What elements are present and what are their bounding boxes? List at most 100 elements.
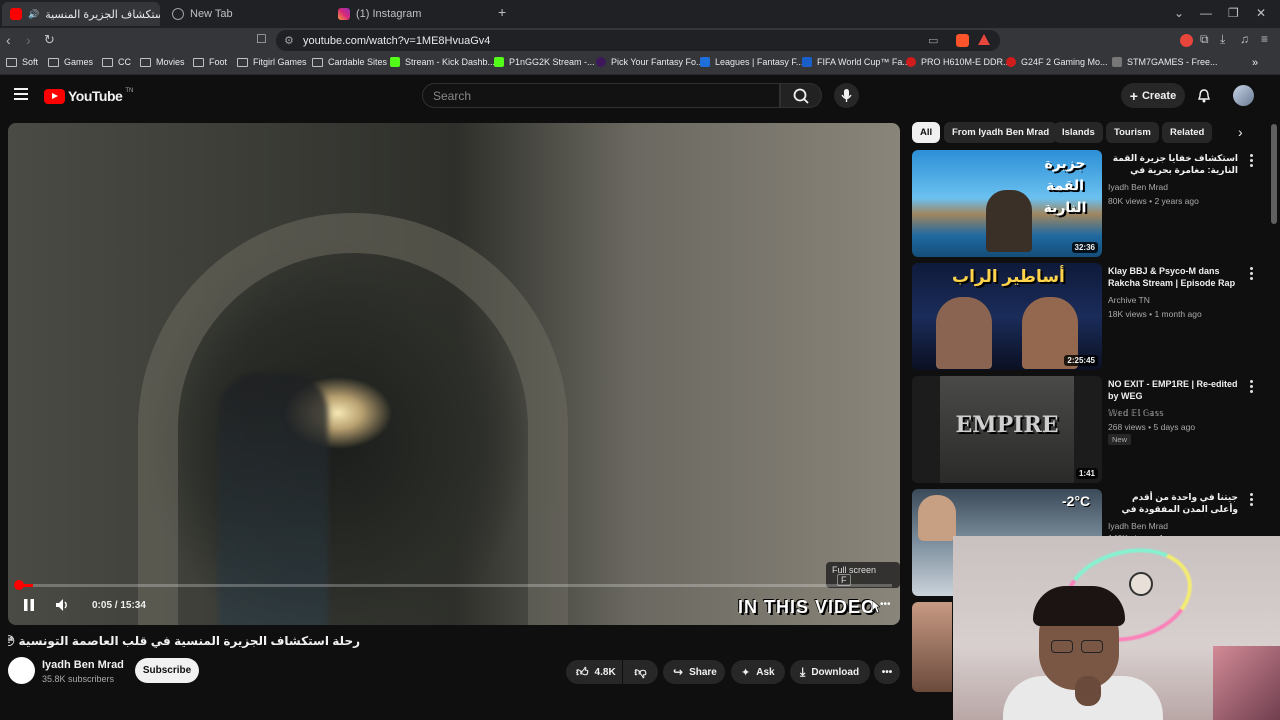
address-bar[interactable]: ⚙ youtube.com/watch?v=1ME8HvuaGv4 ▭	[276, 30, 1000, 51]
tab-new-tab[interactable]: New Tab	[164, 2, 324, 26]
download-toolbar-icon[interactable]: ⤓	[1220, 32, 1225, 47]
site-info-icon[interactable]: ⚙	[284, 34, 294, 47]
recommendation-channel[interactable]: Iyadh Ben Mrad	[1108, 521, 1168, 531]
more-vertical-icon[interactable]	[1250, 267, 1253, 282]
youtube-play-icon	[44, 88, 65, 104]
list-item[interactable]: أساطير الراب 2:25:45 Klay BBJ & Psyco-M …	[912, 263, 1264, 371]
video-player[interactable]: Full screen F 0:05 / 15:34 IN THIS VIDEO…	[8, 123, 900, 625]
bookmark-label: Foot	[209, 57, 228, 67]
more-vertical-icon[interactable]	[1250, 493, 1253, 508]
list-item[interactable]: جزيرة القمة النارية 32:36 استكشاف خفايا …	[912, 150, 1264, 258]
bookmark-cardable[interactable]: Cardable Sites	[312, 57, 387, 67]
tab-search-icon[interactable]: ⌄	[1174, 6, 1184, 20]
voice-search-button[interactable]	[834, 83, 859, 108]
bookmark-games[interactable]: Games	[48, 57, 93, 67]
bookmark-icon[interactable]: ☐	[256, 32, 267, 46]
thumbs-down-icon: 👎︎	[634, 664, 647, 679]
like-count: 4.8K	[594, 666, 616, 678]
more-bookmarks-icon[interactable]: »	[1252, 57, 1258, 69]
reload-icon[interactable]: ↻	[44, 32, 55, 48]
bookmark-leagues[interactable]: Leagues | Fantasy F...	[700, 57, 803, 67]
progress-bar[interactable]	[20, 584, 892, 587]
channel-name[interactable]: Iyadh Ben Mrad	[42, 659, 124, 671]
bookmark-fifa[interactable]: FIFA World Cup™ Fa...	[802, 57, 910, 67]
page-scrollbar[interactable]	[1271, 124, 1277, 224]
bookmarks-bar: Soft Games CC Movies Foot Fitgirl Games …	[0, 53, 1280, 75]
chevron-right-icon[interactable]: ›	[1238, 124, 1243, 140]
bookmark-cc[interactable]: CC	[102, 57, 131, 67]
more-horizontal-icon: •••	[881, 666, 893, 678]
list-item[interactable]: EMPIRE 1:41 NO EXIT - EMP1RE | Re-edited…	[912, 376, 1264, 484]
chip-related[interactable]: Related	[1162, 122, 1213, 143]
hamburger-menu-icon[interactable]	[14, 88, 28, 100]
share-icon: ↪	[673, 665, 684, 679]
video-title: رحلة استكشاف الجزيرة المنسية في قلب العا…	[8, 634, 360, 648]
search-input[interactable]: Search	[422, 83, 780, 108]
bookmark-g24f[interactable]: G24F 2 Gaming Mo...	[1006, 57, 1108, 67]
bookmark-foot[interactable]: Foot	[193, 57, 227, 67]
bookmark-label: PRO H610M-E DDR...	[921, 57, 1011, 67]
channel-avatar[interactable]	[8, 657, 35, 684]
recommendation-title[interactable]: جيتنا في واحدة من أقدم وأعلى المدن المفق…	[1108, 491, 1238, 517]
search-icon	[793, 88, 809, 104]
cast-icon[interactable]: ▭	[928, 34, 938, 47]
recommendation-title[interactable]: NO EXIT - EMP1RE | Re-edited by WEG	[1108, 378, 1238, 402]
chip-from-channel[interactable]: From Iyadh Ben Mrad	[944, 122, 1058, 143]
minimize-icon[interactable]: —	[1200, 6, 1212, 20]
brave-shield-icon[interactable]	[956, 34, 969, 47]
pause-icon[interactable]	[22, 597, 36, 613]
menu-icon[interactable]: ≡	[1261, 32, 1268, 46]
recommendation-channel[interactable]: 𝕎𝕖𝕕 𝔼𝕝 𝔾𝕒𝕤𝕤	[1108, 408, 1164, 419]
video-thumbnail[interactable]: EMPIRE 1:41	[912, 376, 1102, 483]
create-button[interactable]: + Create	[1121, 83, 1185, 108]
back-icon[interactable]: ‹	[6, 32, 11, 48]
recommendation-channel[interactable]: Iyadh Ben Mrad	[1108, 182, 1168, 192]
bookmark-soft[interactable]: Soft	[6, 57, 38, 67]
like-button[interactable]: 👍︎ 4.8K	[566, 660, 622, 684]
more-vertical-icon[interactable]	[1250, 154, 1253, 169]
extension-record-icon[interactable]	[1180, 34, 1193, 47]
video-thumbnail[interactable]: جزيرة القمة النارية 32:36	[912, 150, 1102, 257]
share-button[interactable]: ↪ Share	[663, 660, 725, 684]
recommendation-title[interactable]: استكشاف خفايا جزيرة القمة النارية: مغامر…	[1108, 152, 1238, 178]
streamer-hand	[1075, 676, 1101, 706]
dislike-button[interactable]: 👎︎	[623, 660, 658, 684]
download-button[interactable]: ⤓ Download	[790, 660, 870, 684]
new-tab-button[interactable]: +	[498, 4, 506, 20]
bookmark-movies[interactable]: Movies	[140, 57, 185, 67]
recommendation-channel[interactable]: Archive TN	[1108, 295, 1150, 305]
search-button[interactable]	[780, 83, 822, 108]
extensions-icon[interactable]: ⧉	[1200, 32, 1209, 47]
subscribe-button[interactable]: Subscribe	[135, 658, 199, 683]
bookmark-stm7games[interactable]: STM7GAMES - Free...	[1112, 57, 1218, 67]
recommendation-title[interactable]: Klay BBJ & Psyco-M dans Rakcha Stream | …	[1108, 265, 1238, 291]
more-vertical-icon[interactable]	[1250, 380, 1253, 395]
plus-icon: +	[1129, 87, 1138, 104]
chip-tourism[interactable]: Tourism	[1106, 122, 1159, 143]
video-thumbnail[interactable]: أساطير الراب 2:25:45	[912, 263, 1102, 370]
youtube-logo[interactable]: YouTube TN	[44, 88, 133, 104]
tab-instagram[interactable]: (1) Instagram	[330, 2, 490, 26]
more-actions-button[interactable]: •••	[874, 660, 900, 684]
rewards-icon[interactable]	[978, 34, 990, 45]
notifications-bell-icon[interactable]	[1196, 88, 1212, 104]
bookmark-pinggk[interactable]: P1nGG2K Stream -...	[494, 57, 595, 67]
tab-youtube[interactable]: 🔊 رحلة استكشاف الجزيرة المنسية ✕	[2, 2, 160, 26]
close-window-icon[interactable]: ✕	[1256, 6, 1266, 20]
chip-islands[interactable]: Islands	[1054, 122, 1103, 143]
bookmark-fantasy[interactable]: Pick Your Fantasy Fo...	[596, 57, 704, 67]
bookmark-fitgirl[interactable]: Fitgirl Games	[237, 57, 307, 67]
account-avatar[interactable]	[1233, 85, 1254, 106]
chip-all[interactable]: All	[912, 122, 941, 143]
volume-icon[interactable]	[54, 597, 70, 613]
video-thumbnail[interactable]	[912, 602, 952, 692]
bookmark-pro-h610m[interactable]: PRO H610M-E DDR...	[906, 57, 1011, 67]
maximize-icon[interactable]: ❐	[1228, 6, 1239, 20]
bookmark-kick[interactable]: Stream - Kick Dashb...	[390, 57, 495, 67]
ask-button[interactable]: ✦ Ask	[731, 660, 785, 684]
scrubber-handle[interactable]	[14, 580, 24, 590]
forward-icon[interactable]: ›	[26, 32, 31, 48]
media-icon[interactable]: ♫	[1240, 32, 1249, 46]
video-title-text: رحلة استكشاف الجزيرة المنسية في قلب العا…	[8, 634, 360, 648]
more-controls-icon[interactable]: •••	[880, 599, 891, 610]
